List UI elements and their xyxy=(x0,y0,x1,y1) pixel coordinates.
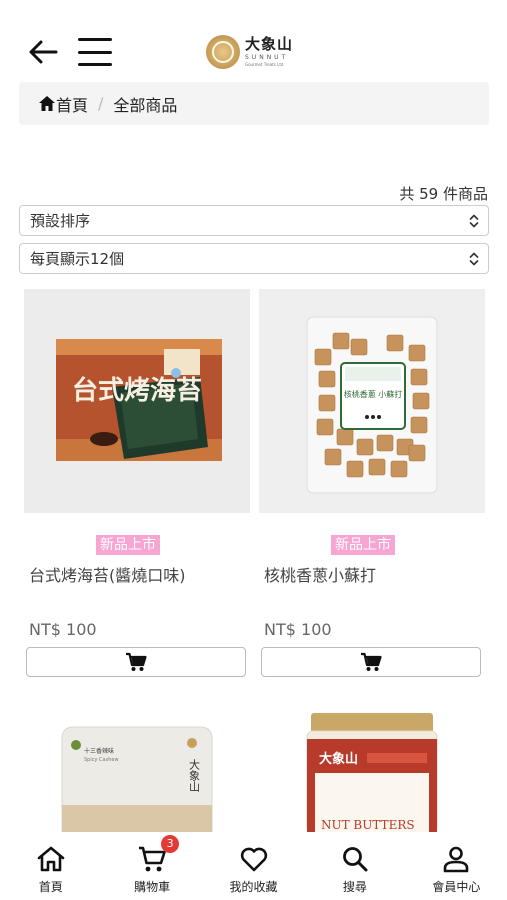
hamburger-line xyxy=(78,63,112,66)
logo-tagline: Gourmet Treats Ltd xyxy=(245,62,284,67)
product-list-page: 大象山 SUNNUT Gourmet Treats Ltd 首頁 / 全部商品 … xyxy=(0,0,507,900)
nav-search-label: 搜尋 xyxy=(342,880,367,894)
add-to-cart-button[interactable] xyxy=(26,647,246,677)
nav-home-label: 首頁 xyxy=(38,880,63,894)
package-brand: 大象山 xyxy=(319,751,358,767)
per-page-select[interactable]: 每頁顯示12個 xyxy=(19,243,489,274)
nav-favorites-label: 我的收藏 xyxy=(229,880,278,894)
spicy-snack-pouch-image: 十三香辣味 Spicy Cashew 大象山 xyxy=(24,687,250,833)
hamburger-line xyxy=(78,50,112,54)
hamburger-line xyxy=(78,38,112,41)
brand-logo[interactable]: 大象山 SUNNUT Gourmet Treats Ltd xyxy=(206,32,306,72)
logo-english: SUNNUT xyxy=(245,54,289,61)
seaweed-package-image: 台式烤海苔 xyxy=(24,289,250,513)
sort-select[interactable]: 預設排序 xyxy=(19,205,489,236)
nut-butter-jar-image: 大象山 NUT BUTTERS xyxy=(259,687,485,833)
product-card[interactable]: 十三香辣味 Spicy Cashew 大象山 xyxy=(24,687,250,833)
logo-text: 大象山 SUNNUT Gourmet Treats Ltd xyxy=(245,37,293,67)
product-name[interactable]: 台式烤海苔(醬燒口味) xyxy=(29,562,186,586)
product-card[interactable]: 核桃香蔥 小蘇打 新品上市 核桃香蔥小蘇打 NT$ 100 xyxy=(259,289,485,677)
package-label: 台式烤海苔 xyxy=(72,375,202,406)
breadcrumb: 首頁 / 全部商品 xyxy=(19,82,489,125)
product-image-spicy-snack[interactable]: 十三香辣味 Spicy Cashew 大象山 xyxy=(24,687,250,833)
add-to-cart-button[interactable] xyxy=(261,647,481,677)
breadcrumb-current: 全部商品 xyxy=(113,95,178,115)
product-price: NT$ 100 xyxy=(264,620,332,639)
breadcrumb-home-link[interactable]: 首頁 xyxy=(38,92,88,116)
cart-icon: 3 xyxy=(135,835,180,875)
product-image-nut-butter[interactable]: 大象山 NUT BUTTERS xyxy=(259,687,485,833)
nav-member-center-label: 會員中心 xyxy=(432,880,481,894)
nav-home[interactable]: 首頁 xyxy=(0,832,101,900)
product-name[interactable]: 核桃香蔥小蘇打 xyxy=(264,562,376,586)
updown-chevron-icon xyxy=(469,214,479,228)
nav-favorites[interactable]: 我的收藏 xyxy=(203,832,304,900)
package-label: NUT BUTTERS xyxy=(321,818,415,832)
per-page-select-value: 每頁顯示12個 xyxy=(30,250,125,268)
header: 大象山 SUNNUT Gourmet Treats Ltd xyxy=(0,0,507,80)
package-brand: 大象山 xyxy=(188,758,201,792)
sort-select-value: 預設排序 xyxy=(30,212,91,230)
package-label: 核桃香蔥 小蘇打 xyxy=(344,389,403,399)
result-count: 共 59 件商品 xyxy=(399,185,488,203)
product-card[interactable]: 台式烤海苔 新品上市 台式烤海苔(醬燒口味) NT$ 100 xyxy=(24,289,250,677)
nav-member-center[interactable]: 會員中心 xyxy=(406,832,507,900)
back-button[interactable] xyxy=(26,36,60,68)
product-image-walnut-cracker[interactable]: 核桃香蔥 小蘇打 xyxy=(259,289,485,513)
nav-cart[interactable]: 3 購物車 xyxy=(101,832,202,900)
cart-count-badge: 3 xyxy=(161,835,180,853)
product-image-seaweed[interactable]: 台式烤海苔 xyxy=(24,289,250,513)
breadcrumb-separator: / xyxy=(98,94,104,113)
heart-icon xyxy=(237,843,271,875)
arrow-left-icon xyxy=(29,40,58,64)
cart-icon xyxy=(126,652,147,671)
new-arrival-badge: 新品上市 xyxy=(331,535,395,555)
logo-chinese: 大象山 xyxy=(245,35,294,53)
walnut-cracker-bag-image: 核桃香蔥 小蘇打 xyxy=(259,289,485,513)
user-icon xyxy=(439,843,473,875)
product-price: NT$ 100 xyxy=(29,620,97,639)
home-icon xyxy=(34,843,68,875)
nav-search[interactable]: 搜尋 xyxy=(304,832,405,900)
new-arrival-badge: 新品上市 xyxy=(96,535,160,555)
updown-chevron-icon xyxy=(469,252,479,266)
package-sub-label: Spicy Cashew xyxy=(84,757,119,763)
package-label: 十三香辣味 xyxy=(84,747,114,755)
search-icon xyxy=(338,843,372,875)
nav-cart-label: 購物車 xyxy=(134,880,171,894)
home-icon xyxy=(39,96,55,111)
cart-icon xyxy=(361,652,382,671)
logo-emblem-icon xyxy=(206,35,240,69)
bottom-navigation: 首頁 3 購物車 我的收藏 搜尋 會員中心 xyxy=(0,832,507,900)
product-card[interactable]: 大象山 NUT BUTTERS xyxy=(259,687,485,833)
breadcrumb-home-label: 首頁 xyxy=(56,95,89,115)
menu-button[interactable] xyxy=(78,38,112,66)
